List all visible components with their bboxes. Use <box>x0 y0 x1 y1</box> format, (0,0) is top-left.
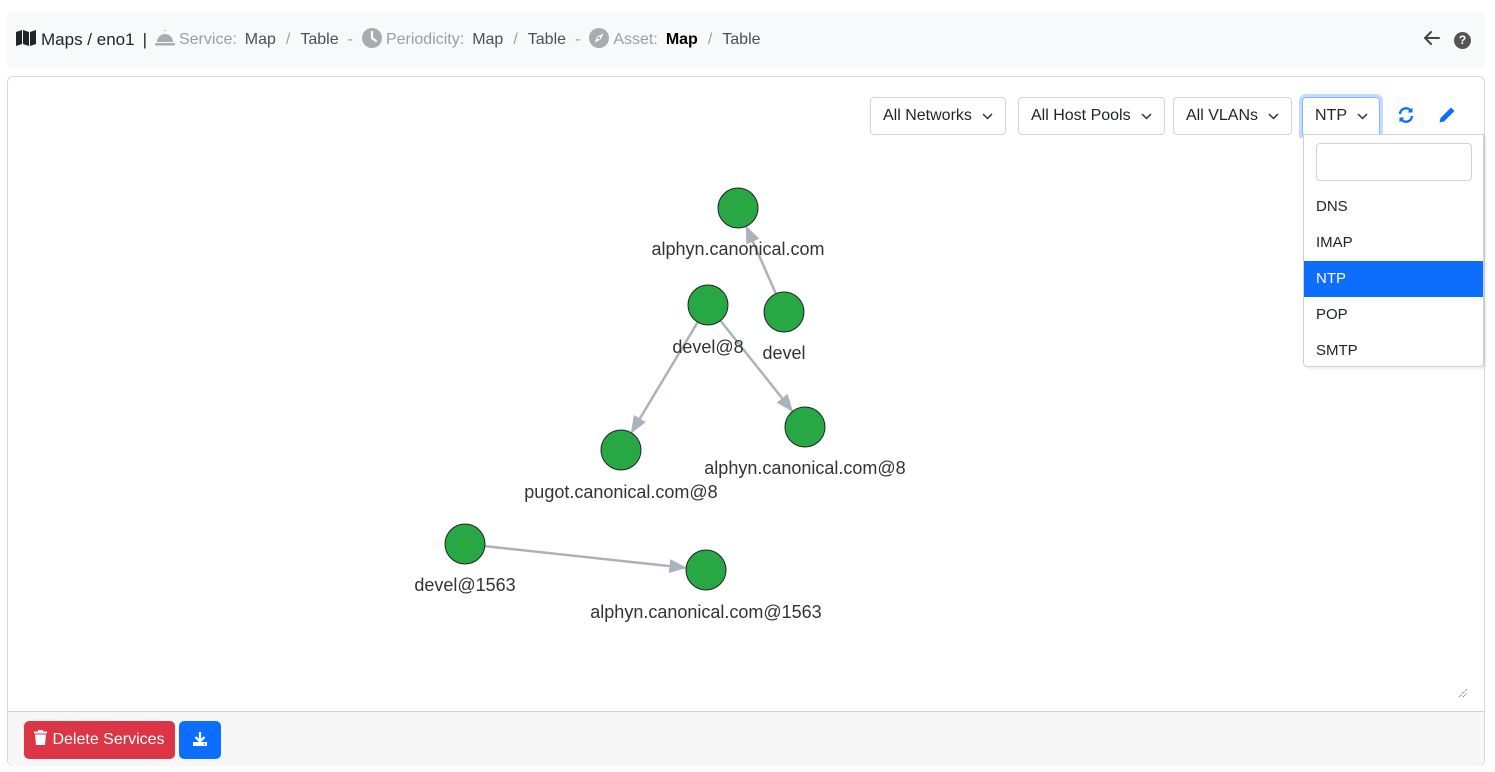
download-button[interactable] <box>179 721 221 759</box>
protocol-option-dns[interactable]: DNS <box>1304 189 1483 225</box>
group-separator: - <box>575 31 581 48</box>
node-label: pugot.canonical.com@8 <box>524 482 717 502</box>
protocol-option-smtp[interactable]: SMTP <box>1304 333 1483 369</box>
asset-map-link[interactable]: Map <box>666 31 698 49</box>
node-circle[interactable] <box>763 291 805 333</box>
protocol-option-imap[interactable]: IMAP <box>1304 225 1483 261</box>
graph-node[interactable]: devel <box>762 291 806 363</box>
network-filter-dropdown[interactable]: All Networks <box>870 97 1006 135</box>
network-graph[interactable]: alphyn.canonical.com devel devel@8 pugot.ca… <box>8 77 1486 711</box>
link-separator: / <box>707 31 713 48</box>
node-circle[interactable] <box>784 406 826 448</box>
service-group: Service: Map / Table <box>154 28 339 51</box>
asset-group: Asset: Map / Table <box>589 27 761 53</box>
node-circle[interactable] <box>600 429 642 471</box>
node-label: devel@8 <box>672 337 743 357</box>
graph-node[interactable]: devel@8 <box>672 284 744 357</box>
card-footer: Delete Services <box>8 711 1484 766</box>
breadcrumb-bar: Maps / eno1 | Service: Map / Table - Per… <box>7 12 1485 68</box>
node-label: alphyn.canonical.com@8 <box>704 458 905 478</box>
back-arrow-icon[interactable] <box>1424 30 1440 50</box>
pencil-icon <box>1438 106 1456 129</box>
periodicity-map-link[interactable]: Map <box>472 31 503 49</box>
header-actions: ? <box>1424 12 1471 68</box>
periodicity-label: Periodicity: <box>385 31 465 48</box>
service-map-link[interactable]: Map <box>245 31 276 49</box>
service-table-link[interactable]: Table <box>300 31 338 49</box>
link-separator: / <box>513 31 518 48</box>
node-label: alphyn.canonical.com <box>651 239 824 259</box>
chevron-down-icon <box>1141 107 1152 125</box>
asset-table-link[interactable]: Table <box>722 31 760 49</box>
graph-edge[interactable] <box>745 225 778 295</box>
graph-node[interactable]: pugot.canonical.com@8 <box>524 429 718 502</box>
group-separator: - <box>347 31 353 48</box>
protocol-dropdown-menu: DNS IMAP NTP POP SMTP <box>1303 134 1484 367</box>
compass-icon <box>589 27 610 53</box>
graph-node[interactable]: devel@1563 <box>414 523 516 595</box>
node-label: devel@1563 <box>414 575 515 595</box>
protocol-option-ntp[interactable]: NTP <box>1304 261 1483 297</box>
title-separator: | <box>142 30 147 49</box>
graph-edge[interactable] <box>719 319 794 412</box>
chevron-down-icon <box>1268 107 1279 125</box>
map-canvas[interactable]: alphyn.canonical.com devel devel@8 pugot.ca… <box>8 77 1484 711</box>
refresh-button[interactable] <box>1395 106 1417 128</box>
vlan-filter-dropdown[interactable]: All VLANs <box>1173 97 1293 135</box>
map-card: alphyn.canonical.com devel devel@8 pugot.ca… <box>7 76 1485 766</box>
protocol-filter-value: NTP <box>1315 107 1347 124</box>
node-circle[interactable] <box>685 549 727 591</box>
node-circle[interactable] <box>717 187 759 229</box>
node-circle[interactable] <box>687 284 729 326</box>
graph-node[interactable]: alphyn.canonical.com <box>651 187 825 259</box>
graph-edges <box>484 225 794 574</box>
asset-label: Asset: <box>613 31 658 48</box>
edit-button[interactable] <box>1436 106 1458 128</box>
delete-services-button[interactable]: Delete Services <box>24 721 175 759</box>
chevron-down-icon <box>1357 107 1368 125</box>
node-label: alphyn.canonical.com@1563 <box>590 602 821 622</box>
periodicity-table-link[interactable]: Table <box>528 31 566 49</box>
help-icon[interactable]: ? <box>1454 31 1471 49</box>
map-icon <box>16 29 36 51</box>
page-title: Maps / eno1 <box>16 29 135 51</box>
host-pool-filter-dropdown[interactable]: All Host Pools <box>1018 97 1165 135</box>
delete-services-label: Delete Services <box>52 731 165 748</box>
host-pool-filter-value: All Host Pools <box>1031 107 1131 124</box>
protocol-option-pop[interactable]: POP <box>1304 297 1483 333</box>
page-title-text: Maps / eno1 <box>41 30 135 49</box>
node-circle[interactable] <box>444 523 486 565</box>
resize-handle[interactable] <box>1458 685 1468 698</box>
graph-node[interactable]: alphyn.canonical.com@8 <box>704 406 906 478</box>
service-label: Service: <box>178 31 237 48</box>
periodicity-group: Periodicity: Map / Table <box>361 27 566 53</box>
graph-edge[interactable] <box>484 544 687 574</box>
node-label: devel <box>762 343 805 363</box>
vlan-filter-value: All VLANs <box>1186 107 1259 124</box>
download-icon <box>192 731 208 750</box>
chevron-down-icon <box>982 107 993 125</box>
clock-icon <box>361 27 382 53</box>
trash-icon <box>34 730 48 750</box>
protocol-filter-dropdown[interactable]: NTP <box>1302 97 1380 135</box>
bell-icon <box>154 28 175 51</box>
protocol-options-list: DNS IMAP NTP POP SMTP <box>1304 189 1483 369</box>
graph-nodes: alphyn.canonical.com devel devel@8 pugot.ca… <box>414 187 906 622</box>
refresh-icon <box>1397 106 1415 129</box>
network-filter-value: All Networks <box>883 107 972 124</box>
protocol-search-input[interactable] <box>1316 143 1472 181</box>
link-separator: / <box>285 31 291 48</box>
